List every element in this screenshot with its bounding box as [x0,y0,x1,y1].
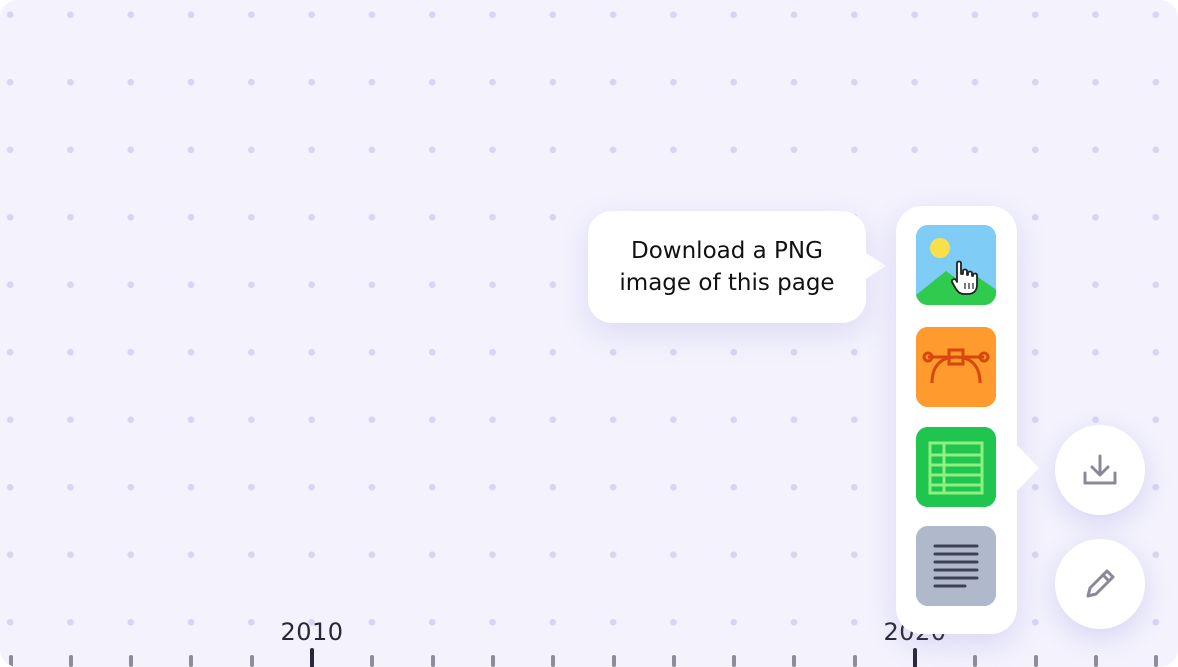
timeline-tick [611,655,616,667]
timeline-tick [490,655,495,667]
timeline-tick [671,655,676,667]
download-button[interactable] [1055,425,1145,515]
timeline-tick [732,655,737,667]
timeline-canvas: 2010 2020 Download a PNG image of this p… [0,0,1178,667]
timeline-tick [792,655,797,667]
tooltip-pointer [866,253,886,279]
text-document-option[interactable] [916,526,996,606]
download-icon [1083,454,1117,485]
spreadsheet-icon [916,427,996,507]
vector-svg-option[interactable] [916,327,996,407]
timeline-tick [852,655,857,667]
export-menu-pointer [1017,445,1039,491]
bezier-curve-icon [916,327,996,407]
text-lines-icon [916,526,996,606]
spreadsheet-option[interactable] [916,427,996,507]
pencil-icon [1086,569,1115,598]
year-label-2010: 2010 [280,618,344,646]
timeline-tick [129,655,134,667]
timeline-tick [551,655,556,667]
timeline-tick [68,655,73,667]
export-menu [896,206,1017,634]
export-tooltip: Download a PNG image of this page [588,211,866,323]
timeline-tick [189,655,194,667]
timeline-tick [1033,655,1038,667]
timeline-tick [249,655,254,667]
image-landscape-icon [916,225,996,305]
timeline-tick [430,655,435,667]
timeline-tick [973,655,978,667]
edit-button[interactable] [1055,539,1145,629]
timeline-tick [1093,655,1098,667]
timeline-tick [370,655,375,667]
timeline-tick [1154,655,1159,667]
timeline-major-tick [913,648,917,667]
tooltip-line-1: Download a PNG [631,238,823,264]
tooltip-line-2: image of this page [619,270,835,296]
png-image-option[interactable] [916,225,996,305]
timeline-tick [8,655,13,667]
timeline-major-tick [310,648,314,667]
